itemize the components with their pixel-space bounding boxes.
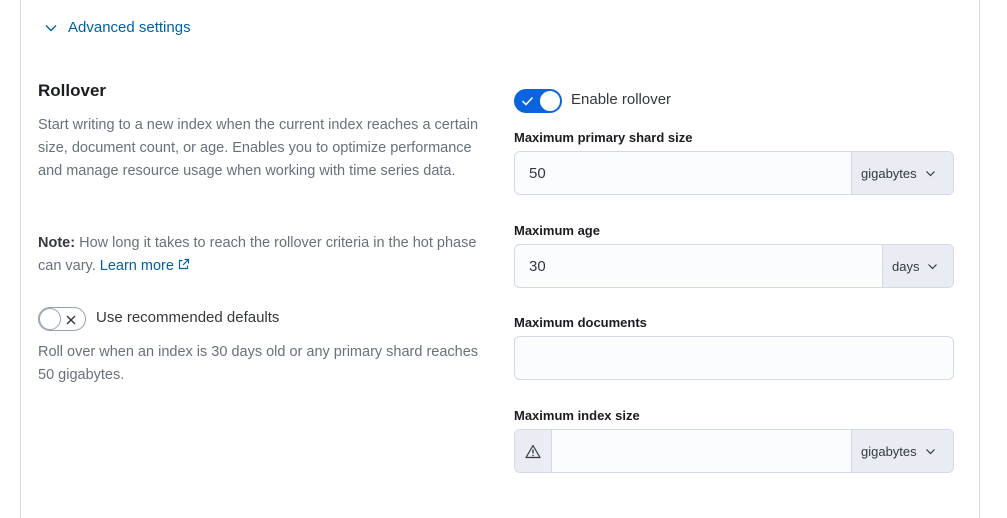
max-index-size-input[interactable] (552, 430, 851, 472)
max-age-field: 30 days (514, 244, 954, 288)
unit-label: days (892, 258, 920, 274)
unit-label: gigabytes (861, 165, 917, 181)
rollover-description: Start writing to a new index when the cu… (38, 117, 479, 179)
max-documents-label: Maximum documents (514, 315, 647, 330)
primary-shard-size-unit-select[interactable]: gigabytes (851, 152, 953, 194)
recommended-defaults-label: Use recommended defaults (96, 309, 280, 326)
external-link-icon (178, 258, 190, 270)
max-age-unit-select[interactable]: days (882, 245, 953, 287)
advanced-settings-label: Advanced settings (68, 19, 191, 36)
warning-icon (515, 430, 552, 472)
chevron-down-icon (925, 448, 935, 454)
switch-knob (539, 90, 561, 112)
max-documents-field (514, 336, 954, 380)
section-title: Rollover (38, 81, 107, 100)
max-age-label: Maximum age (514, 223, 600, 238)
learn-more-label: Learn more (99, 258, 174, 274)
recommended-defaults-switch[interactable] (38, 307, 86, 331)
check-icon (521, 89, 534, 113)
chevron-down-icon (925, 170, 935, 176)
cross-icon (65, 308, 77, 332)
chevron-down-icon (928, 263, 938, 269)
note-prefix: Note: (38, 235, 76, 251)
chevron-down-icon (45, 24, 57, 31)
max-age-input[interactable]: 30 (515, 245, 882, 287)
enable-rollover-label: Enable rollover (571, 91, 672, 108)
rollover-note: Note: How long it takes to reach the rol… (38, 232, 493, 278)
advanced-settings-toggle[interactable]: Advanced settings (44, 19, 191, 36)
primary-shard-size-field: 50 gigabytes (514, 151, 954, 195)
enable-rollover-switch[interactable] (514, 89, 562, 113)
recommended-defaults-description: Roll over when an index is 30 days old o… (38, 344, 479, 383)
max-documents-input[interactable] (515, 337, 953, 379)
primary-shard-size-label: Maximum primary shard size (514, 130, 693, 145)
switch-knob (39, 308, 61, 330)
max-index-size-label: Maximum index size (514, 408, 640, 423)
learn-more-link[interactable]: Learn more (100, 258, 190, 274)
max-index-size-unit-select[interactable]: gigabytes (851, 430, 953, 472)
max-index-size-field: gigabytes (514, 429, 954, 473)
primary-shard-size-input[interactable]: 50 (515, 152, 851, 194)
unit-label: gigabytes (861, 443, 917, 459)
